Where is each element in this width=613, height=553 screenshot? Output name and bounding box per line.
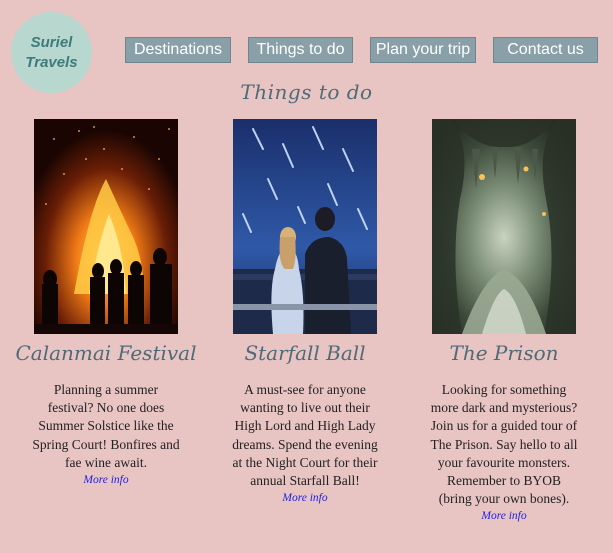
card-description: Looking for something more dark and myst… — [429, 381, 579, 523]
page-title: Things to do — [240, 80, 373, 104]
card-title: Starfall Ball — [244, 341, 366, 365]
card-description-text: Planning a summer festival? No one does … — [32, 382, 180, 470]
main-nav: Destinations Things to do Plan your trip… — [0, 37, 613, 63]
bonfire-festival-image — [34, 119, 178, 334]
cave-prison-image — [432, 119, 576, 334]
more-info-link[interactable]: More info — [429, 509, 579, 523]
card-description: A must-see for anyone wanting to live ou… — [230, 381, 380, 505]
more-info-link[interactable]: More info — [230, 491, 380, 505]
card-title: The Prison — [449, 341, 559, 365]
card-title: Calanmai Festival — [15, 341, 197, 365]
card-description-text: A must-see for anyone wanting to live ou… — [232, 382, 378, 489]
nav-things-to-do-button[interactable]: Things to do — [248, 37, 353, 63]
nav-plan-trip-button[interactable]: Plan your trip — [370, 37, 476, 63]
nav-contact-button[interactable]: Contact us — [493, 37, 598, 63]
card-description: Planning a summer festival? No one does … — [31, 381, 181, 487]
starfall-couple-image — [233, 119, 377, 334]
card-description-text: Looking for something more dark and myst… — [430, 382, 578, 507]
nav-destinations-button[interactable]: Destinations — [125, 37, 231, 63]
more-info-link[interactable]: More info — [31, 473, 181, 487]
